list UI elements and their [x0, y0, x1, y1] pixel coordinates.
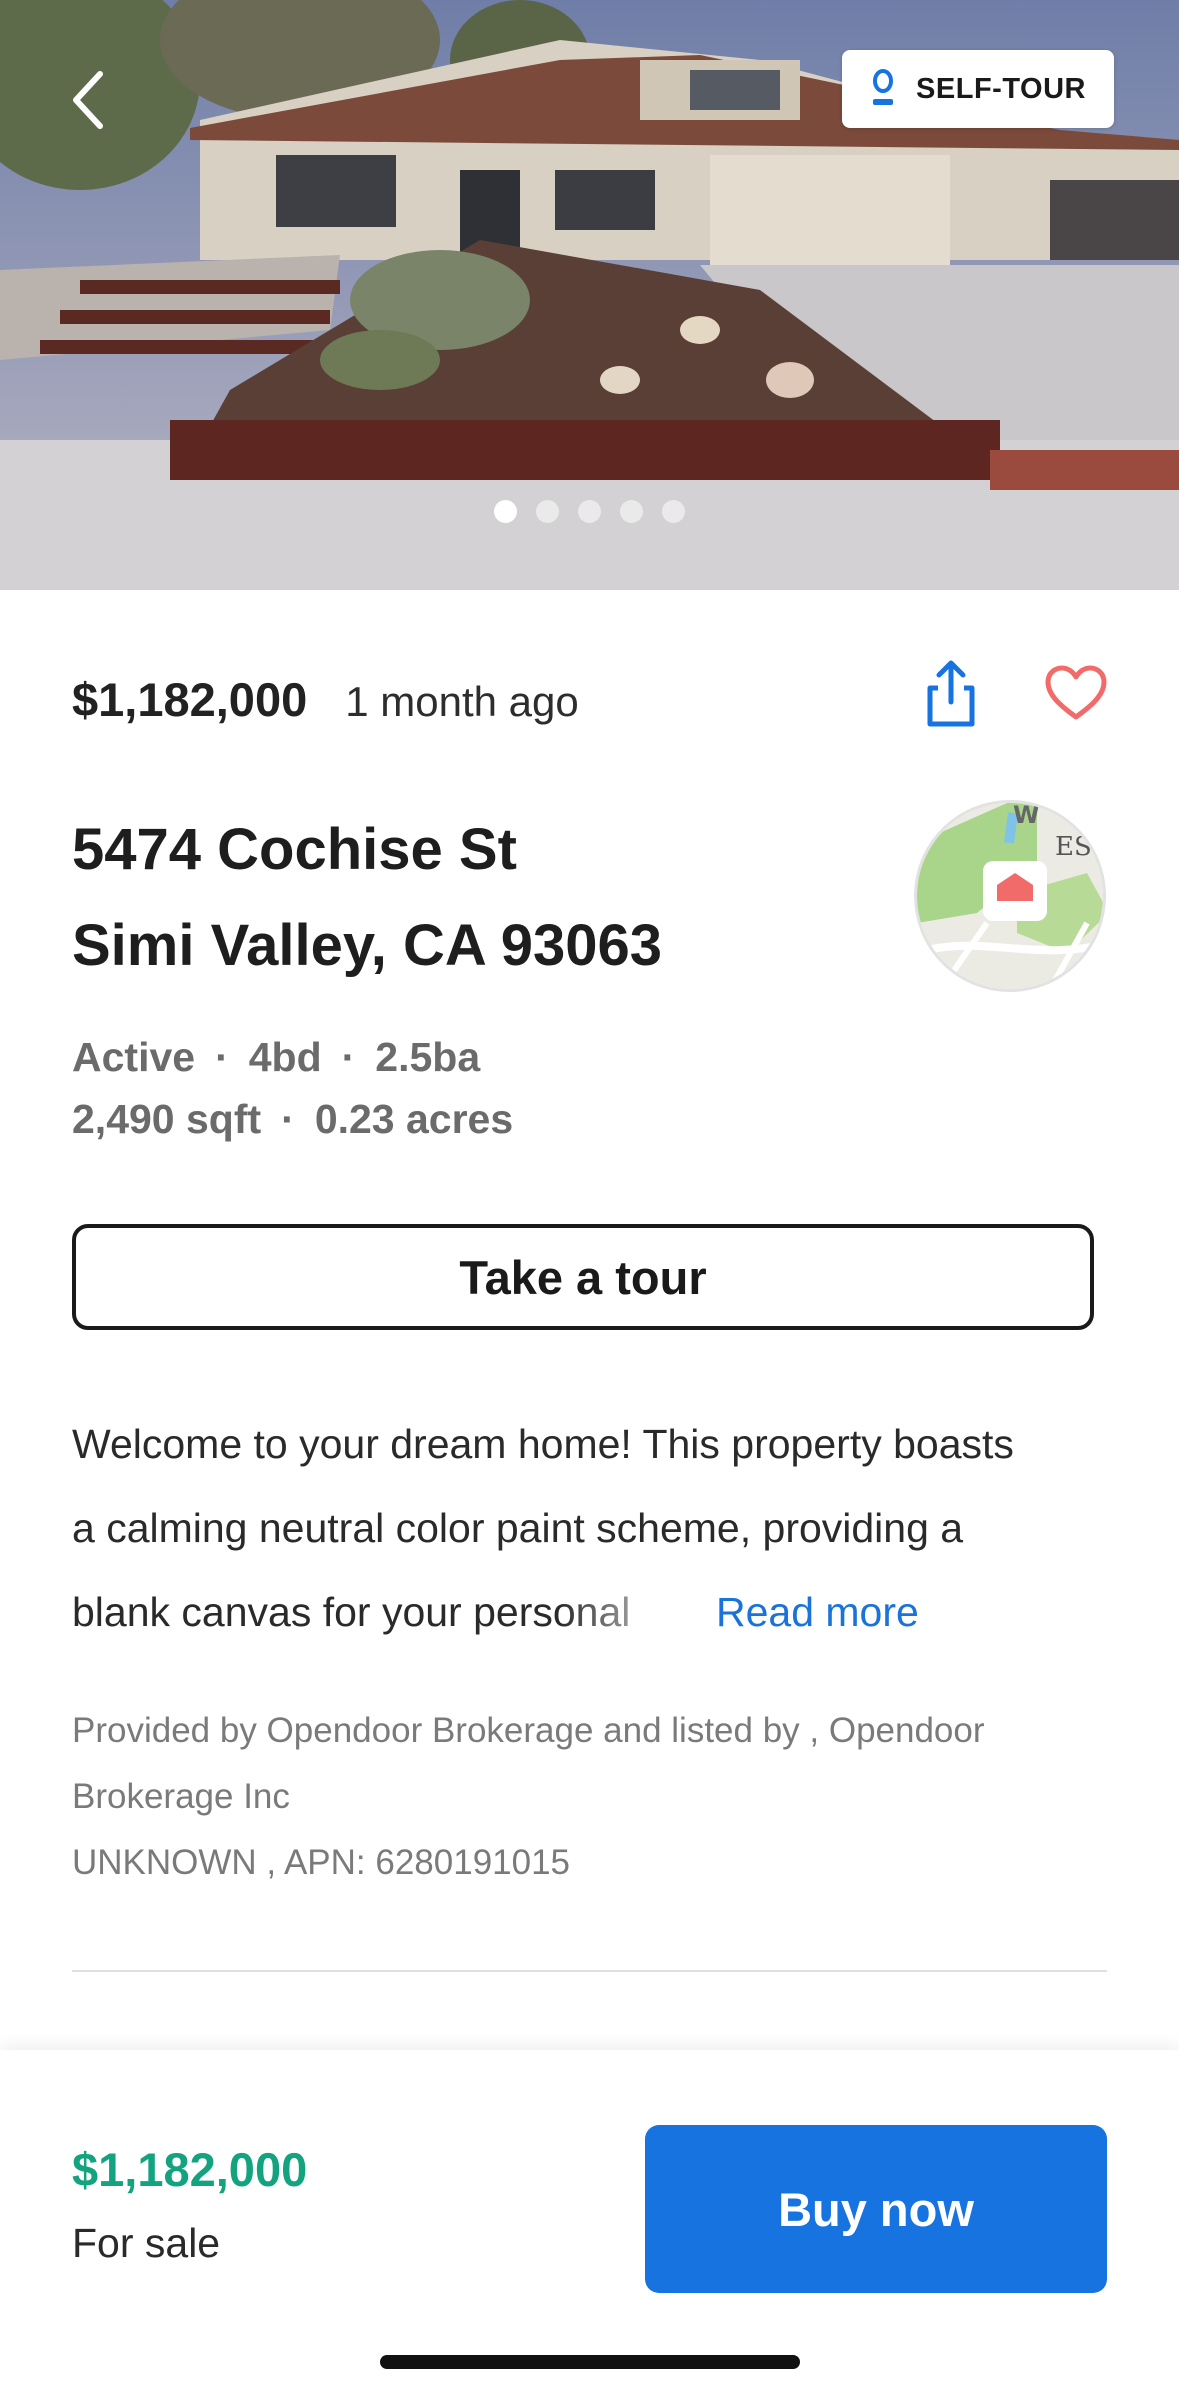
- address-city: Simi Valley, CA 93063: [72, 913, 663, 978]
- price-row: $1,182,000 1 month ago: [72, 672, 579, 727]
- facts-row-1: Active · 4bd · 2.5ba: [72, 1034, 480, 1081]
- self-tour-label: SELF-TOUR: [916, 72, 1086, 105]
- take-tour-button[interactable]: Take a tour: [72, 1224, 1094, 1330]
- provided-by-text: Provided by Opendoor Brokerage and liste…: [72, 1711, 985, 1750]
- heart-icon: [1045, 665, 1107, 720]
- apn-text: UNKNOWN , APN: 6280191015: [72, 1843, 571, 1882]
- carousel-dot[interactable]: [578, 500, 601, 523]
- sqft-text: 2,490 sqft: [72, 1096, 262, 1142]
- provided-by-text: Brokerage Inc: [72, 1777, 290, 1816]
- description-fade: [560, 1570, 720, 1654]
- map-label-w: W: [1013, 803, 1039, 829]
- status-text: Active: [72, 1034, 196, 1080]
- map-label-es: ES: [1055, 832, 1092, 862]
- favorite-button[interactable]: [1044, 664, 1108, 722]
- chevron-left-icon: [73, 71, 103, 129]
- baths-text: 2.5ba: [375, 1034, 481, 1080]
- beds-text: 4bd: [248, 1034, 322, 1080]
- address-street: 5474 Cochise St: [72, 817, 517, 882]
- carousel-dot[interactable]: [620, 500, 643, 523]
- hero-photo-carousel[interactable]: SELF-TOUR: [0, 0, 1179, 590]
- lot-text: 0.23 acres: [314, 1096, 514, 1142]
- carousel-dot[interactable]: [662, 500, 685, 523]
- carousel-dot[interactable]: [536, 500, 559, 523]
- listing-price: $1,182,000: [72, 673, 308, 726]
- key-icon: [873, 69, 894, 105]
- read-more-link[interactable]: Read more: [716, 1570, 919, 1654]
- bottom-status: For sale: [72, 2220, 221, 2266]
- bottom-price: $1,182,000: [72, 2143, 308, 2196]
- description-line: Welcome to your dream home! This propert…: [72, 1421, 1014, 1467]
- carousel-dot[interactable]: [494, 500, 517, 523]
- self-tour-badge[interactable]: SELF-TOUR: [842, 50, 1114, 128]
- buy-now-button[interactable]: Buy now: [645, 2125, 1107, 2293]
- bottom-action-bar: $1,182,000 For sale Buy now: [0, 2050, 1179, 2396]
- dot-separator: ·: [341, 1034, 356, 1080]
- carousel-dots: [0, 500, 1179, 523]
- section-divider: [72, 1970, 1107, 1972]
- dot-separator: ·: [281, 1096, 295, 1142]
- description-line: a calming neutral color paint scheme, pr…: [72, 1505, 964, 1551]
- facts-row-2: 2,490 sqft · 0.23 acres: [72, 1096, 513, 1143]
- posted-time: 1 month ago: [345, 678, 579, 725]
- mini-map[interactable]: W ES: [914, 800, 1106, 992]
- share-button[interactable]: [920, 658, 982, 730]
- share-icon: [927, 660, 975, 727]
- home-indicator[interactable]: [380, 2355, 800, 2369]
- back-button[interactable]: [58, 62, 118, 138]
- dot-separator: ·: [215, 1034, 229, 1080]
